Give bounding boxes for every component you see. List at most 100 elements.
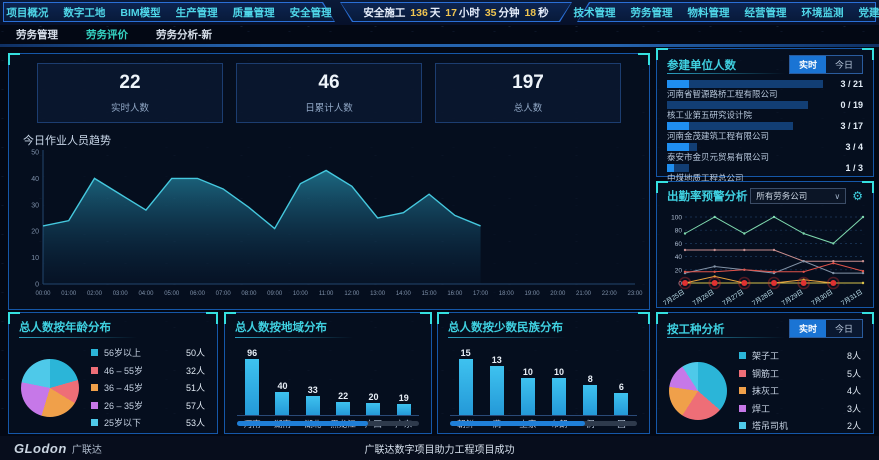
legend-row[interactable]: 焊工3人 [739, 402, 861, 415]
svg-text:10:00: 10:00 [293, 291, 309, 297]
title-underline [448, 337, 566, 338]
bar-value: 40 [277, 381, 287, 391]
bar-column[interactable]: 19 [397, 344, 411, 415]
legend-row[interactable]: 25岁以下53人 [91, 416, 205, 429]
bar-column[interactable]: 13 [490, 344, 504, 415]
counter-prefix: 安全施工 [363, 7, 405, 19]
legend-label: 26 – 35岁 [104, 399, 186, 412]
company-total-bar [667, 101, 808, 109]
legend-swatch [739, 352, 746, 359]
sub-tab[interactable]: 劳务分析-新 [156, 27, 212, 42]
bar-value: 20 [368, 392, 378, 402]
sub-tab[interactable]: 劳务评价 [86, 27, 128, 42]
svg-text:17:00: 17:00 [473, 291, 489, 297]
chevron-down-icon: ∨ [834, 192, 840, 201]
region-distribution-panel: 总人数按地域分布 964033222019 河南湖南湖北黑龙江广西广东 [224, 312, 432, 434]
bar-rect [490, 366, 504, 415]
bar-column[interactable]: 20 [366, 344, 380, 415]
top-nav-item[interactable]: 项目概况 [6, 5, 48, 20]
svg-text:7月26日: 7月26日 [691, 288, 715, 307]
sub-tab[interactable]: 劳务管理 [16, 27, 58, 42]
svg-text:7月31日: 7月31日 [840, 288, 864, 307]
region-scrollbar[interactable] [237, 421, 419, 426]
top-nav-item[interactable]: BIM模型 [120, 5, 160, 20]
legend-swatch [91, 402, 98, 409]
top-nav-item[interactable]: 安全管理 [290, 5, 332, 20]
gear-icon[interactable]: ⚙ [852, 190, 863, 202]
company-ratio: 3 / 21 [840, 79, 863, 89]
age-legend: 56岁以上50人 46 – 55岁32人 36 – 45岁51人 26 – 35岁57… [91, 346, 205, 429]
company-name: 河南省智源路桥工程有限公司 [667, 89, 863, 99]
legend-row[interactable]: 26 – 35岁57人 [91, 399, 205, 412]
top-nav-item[interactable]: 质量管理 [233, 5, 275, 20]
counter-minutes: 35 [483, 7, 499, 19]
top-nav-right-group: 技术管理劳务管理物料管理经营管理环境监测党建 [577, 2, 876, 22]
top-nav-item[interactable]: 环境监测 [802, 5, 844, 20]
worktype-toggle: 实时今日 [789, 319, 863, 338]
dashboard: 项目概况数字工地BIM模型生产管理质量管理安全管理 安全施工 136天 17小时… [0, 0, 879, 460]
bar-column[interactable]: 15 [459, 344, 473, 415]
age-pie-chart [21, 359, 79, 417]
bar-column[interactable]: 96 [245, 344, 259, 415]
top-nav-item[interactable]: 经营管理 [745, 5, 787, 20]
legend-label: 塔吊司机 [752, 419, 847, 432]
legend-label: 56岁以上 [104, 346, 186, 359]
stat-value: 46 [318, 72, 339, 94]
svg-text:03:00: 03:00 [113, 291, 129, 297]
legend-row[interactable]: 56岁以上50人 [91, 346, 205, 359]
svg-text:7月28日: 7月28日 [751, 288, 775, 307]
legend-swatch [91, 367, 98, 374]
company-row: 3 / 17河南金茂建筑工程有限公司 [667, 121, 863, 142]
legend-row[interactable]: 46 – 55岁32人 [91, 364, 205, 377]
legend-value: 8人 [847, 349, 861, 362]
legend-row[interactable]: 钢筋工5人 [739, 367, 861, 380]
company-current-bar [667, 122, 689, 130]
legend-row[interactable]: 抹灰工4人 [739, 384, 861, 397]
bar-rect [459, 359, 473, 415]
bar-column[interactable]: 6 [614, 344, 628, 415]
bar-column[interactable]: 33 [306, 344, 320, 415]
legend-row[interactable]: 36 – 45岁51人 [91, 381, 205, 394]
top-nav-item[interactable]: 党建 [859, 5, 879, 20]
legend-value: 3人 [847, 402, 861, 415]
stat-card: 46日累计人数 [236, 63, 422, 123]
svg-text:50: 50 [31, 150, 39, 157]
svg-text:19:00: 19:00 [525, 291, 541, 297]
bar-rect [583, 385, 597, 415]
company-name: 核工业第五研究设计院 [667, 110, 863, 120]
labor-company-dropdown[interactable]: 所有劳务公司 ∨ [750, 188, 846, 204]
bar-column[interactable]: 10 [521, 344, 535, 415]
svg-text:18:00: 18:00 [499, 291, 515, 297]
toggle-实时[interactable]: 实时 [790, 56, 826, 73]
sub-nav-divider [0, 44, 879, 47]
svg-text:23:00: 23:00 [627, 291, 643, 297]
svg-text:0: 0 [35, 282, 39, 289]
stat-label: 实时人数 [111, 100, 149, 114]
bar-value: 10 [554, 367, 564, 377]
toggle-今日[interactable]: 今日 [826, 320, 862, 337]
legend-row[interactable]: 塔吊司机2人 [739, 419, 861, 432]
svg-text:7月30日: 7月30日 [810, 288, 834, 307]
svg-text:06:00: 06:00 [190, 291, 206, 297]
bar-rect [336, 402, 350, 415]
ethnic-scrollbar[interactable] [450, 421, 637, 426]
svg-text:01:00: 01:00 [61, 291, 77, 297]
bar-column[interactable]: 22 [336, 344, 350, 415]
legend-label: 抹灰工 [752, 384, 847, 397]
top-nav-item[interactable]: 物料管理 [688, 5, 730, 20]
toggle-实时[interactable]: 实时 [790, 320, 826, 337]
top-nav-item[interactable]: 生产管理 [176, 5, 218, 20]
top-nav-item[interactable]: 技术管理 [574, 5, 616, 20]
company-current-bar [667, 80, 689, 88]
legend-row[interactable]: 架子工8人 [739, 349, 861, 362]
svg-text:10: 10 [31, 255, 39, 262]
top-nav-item[interactable]: 数字工地 [63, 5, 105, 20]
toggle-今日[interactable]: 今日 [826, 56, 862, 73]
bar-column[interactable]: 10 [552, 344, 566, 415]
legend-swatch [91, 349, 98, 356]
top-nav-item[interactable]: 劳务管理 [631, 5, 673, 20]
legend-value: 57人 [186, 399, 205, 412]
bar-column[interactable]: 8 [583, 344, 597, 415]
svg-text:22:00: 22:00 [602, 291, 618, 297]
bar-column[interactable]: 40 [275, 344, 289, 415]
